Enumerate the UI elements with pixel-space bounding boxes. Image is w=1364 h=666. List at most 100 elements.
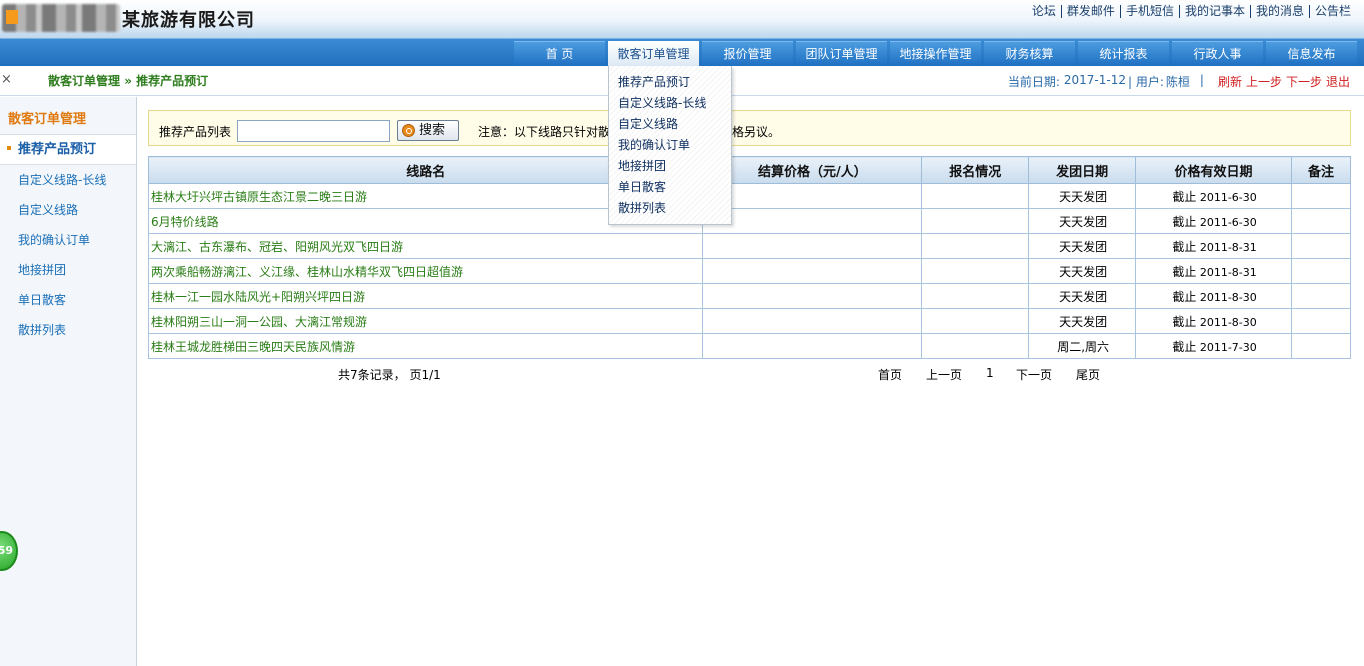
route-departure: 天天发团	[1028, 308, 1137, 334]
route-remark	[1291, 233, 1351, 259]
table-row: 桂林王城龙胜梯田三晚四天民族风情游 周二,周六 截止 2011-7-30	[147, 333, 1351, 359]
breadcrumb: 散客订单管理 » 推荐产品预订	[48, 72, 208, 89]
menu-item-ground-group[interactable]: 地接拼团	[609, 156, 731, 177]
search-icon	[402, 124, 415, 137]
nav-hr[interactable]: 行政人事	[1172, 41, 1263, 66]
col-valid-date: 价格有效日期	[1135, 156, 1292, 184]
route-signup	[921, 308, 1030, 334]
route-price	[702, 308, 923, 334]
top-link-forum[interactable]: 论坛	[1027, 5, 1061, 18]
first-page-link[interactable]: 首页	[878, 366, 902, 383]
menu-item-custom[interactable]: 自定义线路	[609, 114, 731, 135]
close-icon[interactable]: ×	[1, 72, 12, 87]
menu-item-single-day[interactable]: 单日散客	[609, 177, 731, 198]
table-row: 桂林一江一园水陆风光+阳朔兴坪四日游 天天发团 截止 2011-8-30	[147, 283, 1351, 309]
menu-item-confirmed-orders[interactable]: 我的确认订单	[609, 135, 731, 156]
top-link-messages[interactable]: 我的消息	[1249, 5, 1309, 18]
sidebar-title: 散客订单管理	[0, 97, 136, 135]
nav-individual-orders[interactable]: 散客订单管理	[608, 41, 699, 66]
route-valid-date: 截止 2011-8-31	[1135, 233, 1292, 259]
route-price	[702, 208, 923, 234]
route-price	[702, 283, 923, 309]
nav-home[interactable]: 首 页	[514, 41, 605, 66]
next-step-link[interactable]: 下一步	[1286, 73, 1322, 90]
logout-link[interactable]: 退出	[1326, 73, 1350, 90]
table-row: 6月特价线路 天天发团 截止 2011-6-30	[147, 208, 1351, 234]
status-separator: |	[1199, 73, 1204, 87]
route-signup	[921, 208, 1030, 234]
table-row: 桂林阳朔三山一洞一公园、大漓江常规游 天天发团 截止 2011-8-30	[147, 308, 1351, 334]
route-name-link[interactable]: 大漓江、古东瀑布、冠岩、阳朔风光双飞四日游	[147, 233, 704, 259]
sidebar-item-single-day[interactable]: 单日散客	[0, 285, 136, 315]
menu-item-custom-long[interactable]: 自定义线路-长线	[609, 93, 731, 114]
route-remark	[1291, 208, 1351, 234]
menu-item-shared-list[interactable]: 散拼列表	[609, 198, 731, 219]
prev-step-link[interactable]: 上一步	[1246, 73, 1282, 90]
current-user: 陈桓	[1165, 75, 1190, 89]
top-link-notebook[interactable]: 我的记事本	[1178, 5, 1250, 18]
prev-page-link[interactable]: 上一页	[926, 366, 962, 383]
nav-reports[interactable]: 统计报表	[1078, 41, 1169, 66]
route-name-link[interactable]: 桂林王城龙胜梯田三晚四天民族风情游	[147, 333, 704, 359]
col-signup: 报名情况	[921, 156, 1030, 184]
top-link-mass-email[interactable]: 群发邮件	[1060, 5, 1120, 18]
route-valid-date: 截止 2011-7-30	[1135, 333, 1292, 359]
route-signup	[921, 333, 1030, 359]
breadcrumb-section[interactable]: 散客订单管理	[48, 74, 120, 88]
nav-quotes[interactable]: 报价管理	[702, 41, 793, 66]
menu-item-recommended[interactable]: 推荐产品预订	[609, 72, 731, 93]
route-signup	[921, 183, 1030, 209]
top-links: 论坛 群发邮件 手机短信 我的记事本 我的消息 公告栏	[1027, 5, 1356, 18]
bullet-icon	[7, 146, 11, 150]
route-valid-date: 截止 2011-8-30	[1135, 308, 1292, 334]
notice-text-tail: 格另议。	[732, 125, 781, 139]
table-row: 桂林大圩兴坪古镇原生态江景二晚三日游 天天发团 截止 2011-6-30	[147, 183, 1351, 209]
nav-publish[interactable]: 信息发布	[1266, 41, 1357, 66]
route-signup	[921, 283, 1030, 309]
top-link-bulletin[interactable]: 公告栏	[1308, 5, 1356, 18]
route-departure: 天天发团	[1028, 258, 1137, 284]
search-button-label: 搜索	[419, 123, 446, 138]
sidebar-item-ground-group[interactable]: 地接拼团	[0, 255, 136, 285]
route-departure: 周二,周六	[1028, 333, 1137, 359]
top-link-sms[interactable]: 手机短信	[1119, 5, 1179, 18]
nav-group-orders[interactable]: 团队订单管理	[796, 41, 887, 66]
status-bar: 当前日期: 2017-1-12 | 用户: 陈桓 | 刷新 上一步 下一步 退出	[1008, 73, 1350, 90]
last-page-link[interactable]: 尾页	[1076, 366, 1100, 383]
sidebar-item-custom[interactable]: 自定义线路	[0, 195, 136, 225]
route-valid-date: 截止 2011-6-30	[1135, 208, 1292, 234]
sidebar-item-custom-long[interactable]: 自定义线路-长线	[0, 165, 136, 195]
next-page-link[interactable]: 下一页	[1016, 366, 1052, 383]
user-label: | 用户:	[1127, 75, 1164, 89]
table-row: 大漓江、古东瀑布、冠岩、阳朔风光双飞四日游 天天发团 截止 2011-8-31	[147, 233, 1351, 259]
route-departure: 天天发团	[1028, 283, 1137, 309]
route-remark	[1291, 183, 1351, 209]
date-label: 当前日期:	[1007, 75, 1060, 89]
sidebar-item-confirmed-orders[interactable]: 我的确认订单	[0, 225, 136, 255]
route-name-link[interactable]: 两次乘船畅游漓江、义江缘、桂林山水精华双飞四日超值游	[147, 258, 704, 284]
logo-mark-icon	[6, 10, 18, 24]
nav-ground-ops[interactable]: 地接操作管理	[890, 41, 981, 66]
pager: 共7条记录， 页1/1 首页 上一页 1 下一页 尾页	[148, 366, 1351, 384]
search-label: 推荐产品列表	[159, 125, 232, 139]
table-header-row: 线路名 结算价格（元/人） 报名情况 发团日期 价格有效日期 备注	[147, 156, 1351, 184]
route-name-link[interactable]: 桂林一江一园水陆风光+阳朔兴坪四日游	[147, 283, 704, 309]
nav-finance[interactable]: 财务核算	[984, 41, 1075, 66]
route-departure: 天天发团	[1028, 208, 1137, 234]
sidebar-item-recommended[interactable]: 推荐产品预订	[0, 135, 136, 165]
company-logo	[2, 4, 120, 32]
current-date: 2017-1-12	[1063, 73, 1126, 87]
search-button[interactable]: 搜索	[397, 120, 459, 141]
search-input[interactable]	[237, 120, 390, 142]
search-bar: 推荐产品列表 搜索 注意：以下线路只针对散 格另议。	[148, 110, 1351, 146]
route-price	[702, 333, 923, 359]
current-page: 1	[986, 366, 994, 380]
sidebar-item-shared-list[interactable]: 散拼列表	[0, 315, 136, 345]
route-departure: 天天发团	[1028, 183, 1137, 209]
route-name-link[interactable]: 桂林阳朔三山一洞一公园、大漓江常规游	[147, 308, 704, 334]
route-signup	[921, 258, 1030, 284]
refresh-link[interactable]: 刷新	[1218, 73, 1242, 90]
col-departure: 发团日期	[1028, 156, 1137, 184]
main-nav: 首 页 散客订单管理 报价管理 团队订单管理 地接操作管理 财务核算 统计报表 …	[514, 41, 1360, 66]
route-remark	[1291, 308, 1351, 334]
